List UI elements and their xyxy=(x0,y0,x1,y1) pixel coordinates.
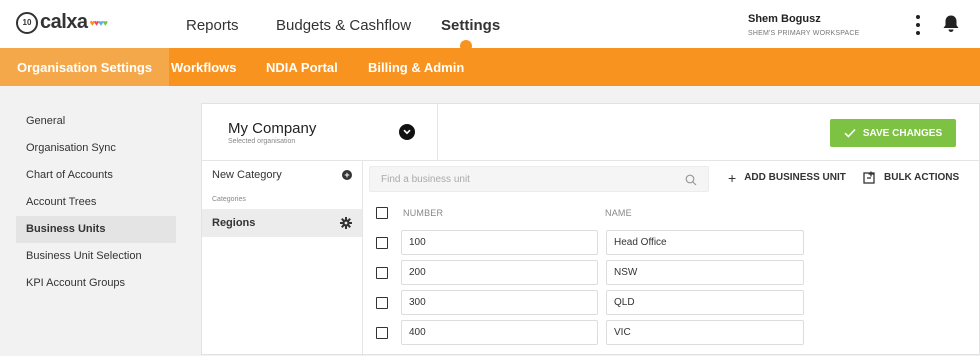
add-business-unit-button[interactable]: + ADD BUSINESS UNIT xyxy=(728,169,846,186)
bulk-actions-icon xyxy=(863,171,875,184)
more-options-icon[interactable] xyxy=(912,15,924,35)
sidebar-item-organisation-sync[interactable]: Organisation Sync xyxy=(16,135,176,162)
logo-text: calxa xyxy=(40,11,88,33)
row-checkbox[interactable] xyxy=(376,327,388,339)
search-input[interactable] xyxy=(370,167,670,191)
column-header-number: NUMBER xyxy=(403,208,444,218)
number-field[interactable]: 100 xyxy=(401,230,598,255)
bulk-actions-label: BULK ACTIONS xyxy=(884,172,960,183)
organisation-caption: Selected organisation xyxy=(228,138,296,145)
user-name[interactable]: Shem Bogusz xyxy=(748,13,821,25)
plus-circle-icon: + xyxy=(342,170,352,180)
subnav-ndia-portal[interactable]: NDIA Portal xyxy=(266,48,338,86)
chevron-down-icon[interactable] xyxy=(399,124,415,140)
new-category-label: New Category xyxy=(212,169,282,181)
search-business-unit xyxy=(369,166,709,192)
category-item-regions[interactable]: Regions xyxy=(202,209,362,237)
top-bar: 10 calxa ♥♥♥♥ Reports Budgets & Cashflow… xyxy=(0,0,980,52)
business-units-panel: My Company Selected organisation SAVE CH… xyxy=(201,103,980,356)
search-icon xyxy=(685,173,697,191)
nav-reports[interactable]: Reports xyxy=(186,17,239,34)
sidebar-item-kpi-account-groups[interactable]: KPI Account Groups xyxy=(16,270,176,297)
settings-subnav: Organisation Settings Workflows NDIA Por… xyxy=(0,48,980,86)
subnav-workflows[interactable]: Workflows xyxy=(171,48,237,86)
hearts-icon: ♥♥♥♥ xyxy=(89,17,108,28)
number-field[interactable]: 400 xyxy=(401,320,598,345)
name-field[interactable]: Head Office xyxy=(606,230,804,255)
nav-settings[interactable]: Settings xyxy=(441,17,500,34)
sidebar-item-business-units[interactable]: Business Units xyxy=(16,216,176,243)
settings-sidebar: General Organisation Sync Chart of Accou… xyxy=(16,108,176,297)
gear-icon[interactable] xyxy=(340,216,352,234)
save-changes-label: SAVE CHANGES xyxy=(862,127,943,139)
save-changes-button[interactable]: SAVE CHANGES xyxy=(830,119,956,147)
number-field[interactable]: 300 xyxy=(401,290,598,315)
sidebar-item-general[interactable]: General xyxy=(16,108,176,135)
subnav-organisation-settings[interactable]: Organisation Settings xyxy=(0,48,170,86)
add-business-unit-label: ADD BUSINESS UNIT xyxy=(744,172,846,183)
calxa-logo[interactable]: 10 calxa ♥♥♥♥ xyxy=(16,11,108,34)
select-all-checkbox[interactable] xyxy=(376,207,388,219)
checkmark-icon xyxy=(844,128,856,138)
sidebar-item-chart-of-accounts[interactable]: Chart of Accounts xyxy=(16,162,176,189)
organisation-selector[interactable]: My Company Selected organisation xyxy=(202,104,438,161)
row-checkbox[interactable] xyxy=(376,297,388,309)
sidebar-item-account-trees[interactable]: Account Trees xyxy=(16,189,176,216)
category-label: Regions xyxy=(212,217,256,229)
user-workspace: SHEM'S PRIMARY WORKSPACE xyxy=(748,30,860,37)
name-field[interactable]: NSW xyxy=(606,260,804,285)
name-field[interactable]: VIC xyxy=(606,320,804,345)
number-field[interactable]: 200 xyxy=(401,260,598,285)
nav-budgets-cashflow[interactable]: Budgets & Cashflow xyxy=(276,17,411,34)
bulk-actions-button[interactable]: BULK ACTIONS xyxy=(863,171,959,184)
business-units-area: + ADD BUSINESS UNIT BULK ACTIONS NUMBER … xyxy=(363,161,980,356)
anniversary-badge-icon: 10 xyxy=(16,11,38,34)
sidebar-item-business-unit-selection[interactable]: Business Unit Selection xyxy=(16,243,176,270)
subnav-billing-admin[interactable]: Billing & Admin xyxy=(368,48,464,86)
organisation-name: My Company xyxy=(228,120,317,137)
category-column: New Category + Categories Regions xyxy=(202,161,363,356)
notifications-bell-icon[interactable] xyxy=(942,14,960,39)
row-checkbox[interactable] xyxy=(376,237,388,249)
categories-heading: Categories xyxy=(212,196,246,203)
new-category-button[interactable]: New Category + xyxy=(212,169,352,187)
row-checkbox[interactable] xyxy=(376,267,388,279)
name-field[interactable]: QLD xyxy=(606,290,804,315)
column-header-name: NAME xyxy=(605,208,632,218)
plus-icon: + xyxy=(728,169,737,186)
